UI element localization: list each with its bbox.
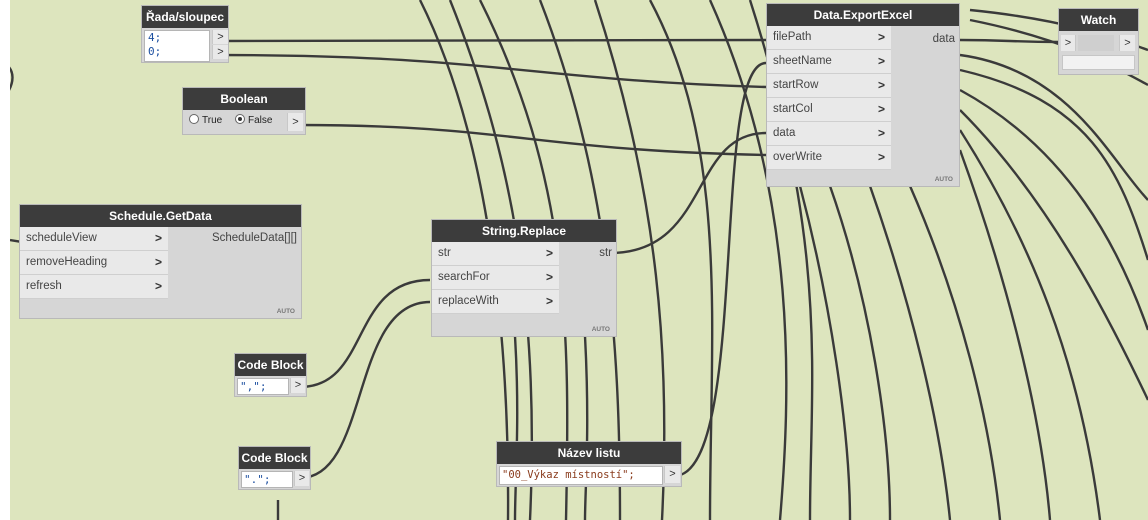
output-port-str[interactable]: str xyxy=(599,242,612,265)
connector-wire[interactable] xyxy=(868,185,952,520)
input-port-scheduleview[interactable]: scheduleView > xyxy=(20,227,168,251)
output-port[interactable]: > xyxy=(290,378,305,393)
input-port-searchfor[interactable]: searchFor > xyxy=(432,266,559,290)
code-line: 4; xyxy=(148,31,162,44)
input-port-replacewith[interactable]: replaceWith > xyxy=(432,290,559,314)
node-title: Schedule.GetData xyxy=(20,205,301,227)
node-code-block[interactable]: Code Block ","; > xyxy=(235,354,306,396)
input-port-overwrite[interactable]: overWrite > xyxy=(767,146,891,170)
connector-wire[interactable] xyxy=(798,185,852,520)
node-title: String.Replace xyxy=(432,220,616,242)
node-watch[interactable]: Watch > > xyxy=(1059,9,1138,74)
watch-display xyxy=(1062,55,1135,70)
code-editor[interactable]: "00_Výkaz místností"; xyxy=(499,466,663,485)
output-port[interactable]: > xyxy=(212,30,228,44)
graph-canvas[interactable]: Řada/sloupec 4; 0; > > Boolean True Fals… xyxy=(10,0,1148,520)
lacing-indicator: AUTO xyxy=(934,176,953,183)
output-port[interactable]: > xyxy=(287,113,303,131)
connector-wire[interactable] xyxy=(959,109,1148,401)
node-title: Boolean xyxy=(183,88,305,110)
radio-icon xyxy=(189,114,199,125)
input-port-str[interactable]: str > xyxy=(432,242,559,266)
chevron-right-icon: > xyxy=(877,30,885,44)
node-nazev-listu[interactable]: Název listu "00_Výkaz místností"; > xyxy=(497,442,681,486)
connector-wire[interactable] xyxy=(299,278,431,389)
code-editor[interactable]: 4; 0; xyxy=(144,30,210,62)
input-port-startrow[interactable]: startRow > xyxy=(767,74,891,98)
chevron-right-icon: > xyxy=(154,279,162,293)
node-boolean[interactable]: Boolean True False > xyxy=(183,88,305,134)
connector-wire[interactable] xyxy=(908,185,1002,520)
connector-wire[interactable] xyxy=(673,61,767,478)
code-editor[interactable]: "."; xyxy=(241,471,293,488)
connector-wire[interactable] xyxy=(583,335,589,520)
chevron-right-icon: > xyxy=(877,126,885,140)
lacing-indicator: AUTO xyxy=(591,326,610,333)
node-rada-sloupec[interactable]: Řada/sloupec 4; 0; > > xyxy=(142,6,228,62)
chevron-right-icon: > xyxy=(545,270,553,284)
chevron-right-icon: > xyxy=(877,78,885,92)
output-port[interactable]: > xyxy=(212,45,228,59)
option-label: True xyxy=(202,115,223,126)
node-code-block[interactable]: Code Block "."; > xyxy=(239,447,310,489)
input-port-filepath[interactable]: filePath > xyxy=(767,26,891,50)
boolean-true-option[interactable]: True xyxy=(189,114,223,126)
connector-wire[interactable] xyxy=(609,131,767,255)
chevron-right-icon: > xyxy=(877,54,885,68)
chevron-right-icon: > xyxy=(877,102,885,116)
chevron-right-icon: > xyxy=(154,231,162,245)
connector-wire[interactable] xyxy=(959,88,1148,331)
output-port[interactable]: > xyxy=(294,471,309,486)
output-port[interactable]: > xyxy=(664,466,680,483)
connector-wire[interactable] xyxy=(10,60,14,110)
node-schedule-getdata[interactable]: Schedule.GetData scheduleView > removeHea… xyxy=(20,205,301,318)
lacing-indicator: AUTO xyxy=(276,308,295,315)
input-port-sheetname[interactable]: sheetName > xyxy=(767,50,891,74)
input-port-data[interactable]: data > xyxy=(767,122,891,146)
node-title: Data.ExportExcel xyxy=(767,4,959,26)
code-line: 0; xyxy=(148,45,162,58)
node-title: Code Block xyxy=(239,447,310,469)
connector-wire[interactable] xyxy=(958,129,1102,520)
connector-wire[interactable] xyxy=(217,38,767,43)
node-data-exportexcel[interactable]: Data.ExportExcel filePath > sheetName > st… xyxy=(767,4,959,186)
input-port[interactable]: > xyxy=(1061,35,1076,51)
input-port-removeheading[interactable]: removeHeading > xyxy=(20,251,168,275)
input-port-startcol[interactable]: startCol > xyxy=(767,98,891,122)
node-title: Název listu xyxy=(497,442,681,464)
connector-wire[interactable] xyxy=(513,335,519,520)
output-port[interactable]: > xyxy=(1119,35,1135,51)
code-editor[interactable]: ","; xyxy=(237,378,289,395)
option-label: False xyxy=(248,115,273,126)
chevron-right-icon: > xyxy=(877,150,885,164)
chevron-right-icon: > xyxy=(545,246,553,260)
node-title: Code Block xyxy=(235,354,306,376)
boolean-false-option[interactable]: False xyxy=(235,114,273,126)
connector-wire[interactable] xyxy=(828,185,892,520)
radio-selected-icon xyxy=(235,114,245,125)
chevron-right-icon: > xyxy=(154,255,162,269)
node-string-replace[interactable]: String.Replace str > searchFor > replaceWi… xyxy=(432,220,616,336)
chevron-right-icon: > xyxy=(545,294,553,308)
output-port-scheduledata[interactable]: ScheduleData[][] xyxy=(212,227,297,250)
node-title: Řada/sloupec xyxy=(142,6,228,28)
node-title: Watch xyxy=(1059,9,1138,31)
watch-value-area xyxy=(1078,35,1114,51)
output-port-data[interactable]: data xyxy=(933,28,955,51)
input-port-refresh[interactable]: refresh > xyxy=(20,275,168,299)
